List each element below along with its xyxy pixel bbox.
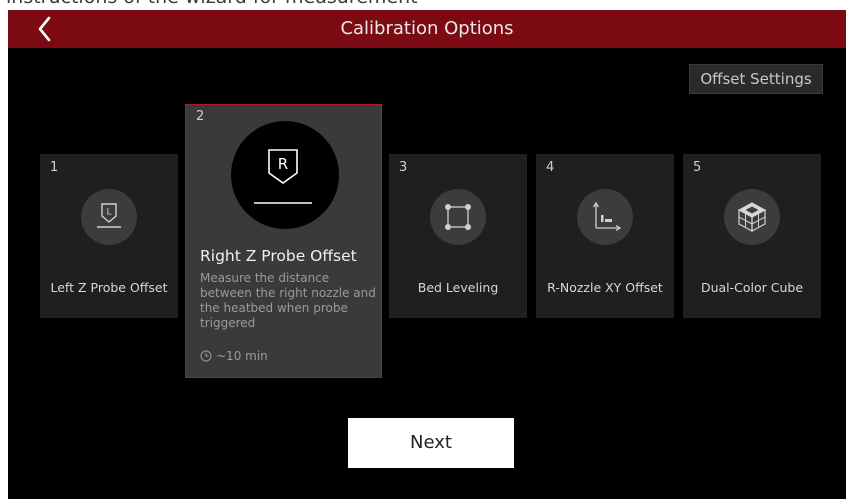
bed-leveling-icon: [430, 189, 486, 245]
card-label: Left Z Probe Offset: [50, 280, 168, 295]
svg-text:R: R: [278, 155, 288, 173]
left-z-probe-icon: L: [81, 189, 137, 245]
card-label: R-Nozzle XY Offset: [547, 280, 663, 295]
page-caption: instructions of the wizard for measureme…: [6, 0, 846, 10]
card-title: Right Z Probe Offset: [200, 247, 357, 265]
clock-icon: [200, 350, 212, 362]
duration: ~10 min: [200, 349, 268, 363]
right-z-probe-icon: R: [231, 121, 339, 229]
chevron-left-icon: [38, 16, 51, 42]
card-right-z-probe-offset[interactable]: 2 R Right Z Probe Offset Measure the dis…: [185, 104, 382, 378]
card-number: 1: [50, 160, 59, 175]
card-label: Dual-Color Cube: [700, 280, 804, 295]
card-label: Bed Leveling: [417, 280, 499, 295]
card-number: 3: [399, 160, 408, 175]
title-bar: Calibration Options: [8, 10, 846, 48]
card-r-nozzle-xy-offset[interactable]: 4 R-Nozzle XY Offset: [536, 154, 674, 318]
card-left-z-probe-offset[interactable]: 1 L Left Z Probe Offset: [40, 154, 178, 318]
offset-settings-button[interactable]: Offset Settings: [689, 64, 823, 94]
card-dual-color-cube[interactable]: 5 Dual-Color Cube: [683, 154, 821, 318]
card-number: 5: [693, 160, 702, 175]
duration-text: ~10 min: [216, 349, 268, 363]
next-button[interactable]: Next: [348, 418, 514, 468]
svg-text:L: L: [106, 208, 111, 218]
touchscreen: Calibration Options Offset Settings 1 L …: [8, 10, 846, 499]
card-number: 2: [196, 109, 205, 124]
page-title: Calibration Options: [340, 18, 514, 39]
back-button[interactable]: [30, 13, 66, 45]
cube-icon: [724, 189, 780, 245]
card-number: 4: [546, 160, 555, 175]
card-bed-leveling[interactable]: 3 Bed Leveling: [389, 154, 527, 318]
card-description: Measure the distance between the right n…: [200, 271, 376, 330]
xy-offset-icon: [577, 189, 633, 245]
